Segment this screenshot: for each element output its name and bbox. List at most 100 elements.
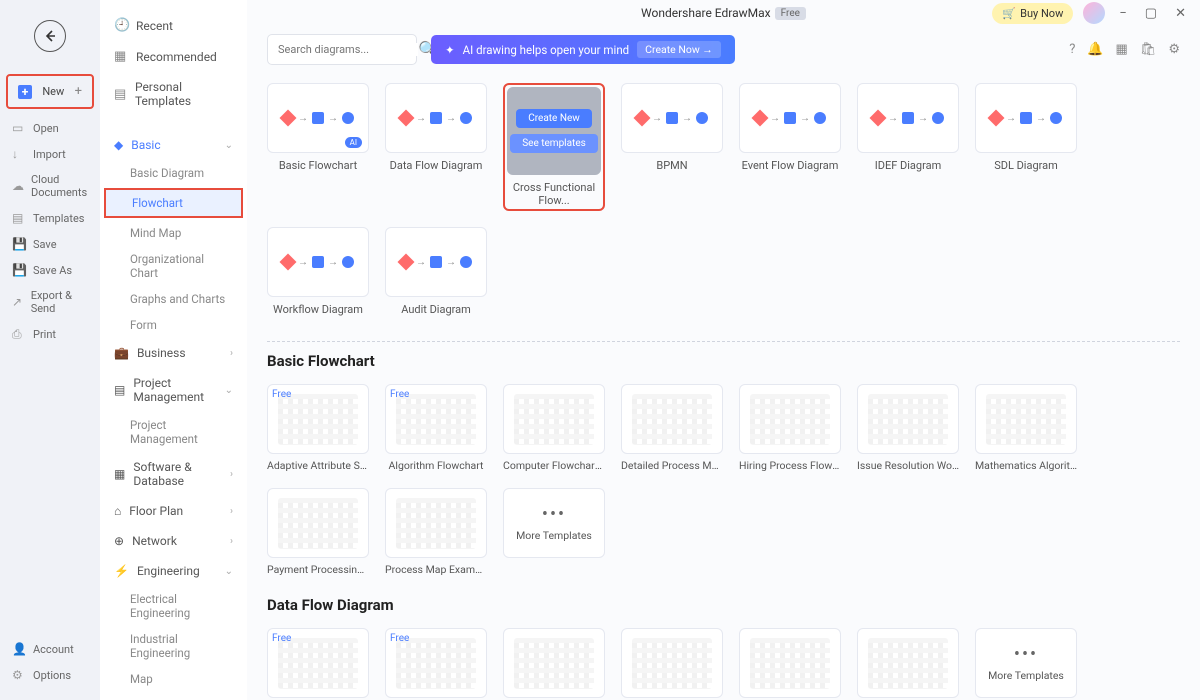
- template-card[interactable]: Free: [385, 628, 487, 700]
- free-label: Free: [390, 389, 409, 400]
- template-card[interactable]: Issue Resolution Workflow ...: [857, 384, 959, 472]
- cloud-icon: ☁: [12, 179, 24, 193]
- grid-icon[interactable]: ▦: [1116, 42, 1128, 57]
- cat-basic[interactable]: ◆Basic⌄: [100, 130, 247, 160]
- content-area: →→AIBasic Flowchart→→Data Flow Diagram Cr…: [247, 73, 1200, 700]
- free-label: Free: [272, 633, 291, 644]
- diagram-tile[interactable]: →→AIBasic Flowchart: [267, 83, 369, 211]
- template-card[interactable]: Process Map Examples Te...: [385, 488, 487, 576]
- cat-engineering[interactable]: ⚡Engineering⌄: [100, 556, 247, 586]
- template-card[interactable]: Hiring Process Flowchart: [739, 384, 841, 472]
- ai-banner[interactable]: ✦ AI drawing helps open your mind Create…: [431, 35, 735, 64]
- arrow-left-icon: [42, 28, 58, 44]
- sub-flowchart[interactable]: Flowchart: [106, 190, 241, 216]
- nav-recommended[interactable]: ▦Recommended: [100, 41, 247, 72]
- more-thumb: •••More Templates: [503, 488, 605, 558]
- template-thumb: [503, 384, 605, 454]
- template-card[interactable]: Payment Processing Workf...: [267, 488, 369, 576]
- divider: [267, 341, 1180, 342]
- sub-map[interactable]: Map: [100, 666, 247, 692]
- ai-create-button[interactable]: Create Now →: [637, 41, 721, 58]
- search-box[interactable]: 🔍: [267, 34, 417, 65]
- sub-form[interactable]: Form: [100, 312, 247, 338]
- tile-label: IDEF Diagram: [875, 159, 941, 172]
- template-thumb: Free: [385, 628, 487, 698]
- tile-label: Workflow Diagram: [273, 303, 363, 316]
- sidebar-account[interactable]: 👤Account: [6, 636, 94, 662]
- template-thumb: [739, 628, 841, 698]
- close-button[interactable]: ✕: [1171, 6, 1190, 21]
- sidebar-cloud[interactable]: ☁Cloud Documents: [6, 167, 94, 205]
- more-text: More Templates: [516, 529, 592, 542]
- cat-design[interactable]: ✎Design›: [100, 692, 247, 700]
- cat-software[interactable]: ▦Software & Database›: [100, 452, 247, 496]
- diagram-tile[interactable]: →→Audit Diagram: [385, 227, 487, 316]
- more-thumb: •••More Templates: [975, 628, 1077, 698]
- nav-recent[interactable]: 🕘Recent: [100, 10, 247, 41]
- template-thumb: [857, 628, 959, 698]
- back-button[interactable]: [34, 20, 66, 52]
- cat-pm[interactable]: ▤Project Management⌄: [100, 368, 247, 412]
- buy-now-button[interactable]: 🛒Buy Now: [992, 3, 1073, 24]
- sub-graphs[interactable]: Graphs and Charts: [100, 286, 247, 312]
- minimize-button[interactable]: −: [1115, 6, 1130, 21]
- settings-icon[interactable]: ⚙: [1168, 42, 1180, 57]
- sidebar-templates[interactable]: ▤Templates: [6, 205, 94, 231]
- sidebar-save[interactable]: 💾Save: [6, 231, 94, 257]
- sub-basic-diagram[interactable]: Basic Diagram: [100, 160, 247, 186]
- template-card[interactable]: Computer Flowchart Temp...: [503, 384, 605, 472]
- template-card[interactable]: Mathematics Algorithm Fl...: [975, 384, 1077, 472]
- template-card[interactable]: [621, 628, 723, 700]
- avatar[interactable]: [1083, 2, 1105, 24]
- template-card[interactable]: Detailed Process Map Tem...: [621, 384, 723, 472]
- chevron-right-icon: ›: [230, 536, 233, 547]
- bell-icon[interactable]: 🔔: [1087, 42, 1103, 57]
- see-templates-button[interactable]: See templates: [510, 134, 598, 153]
- chevron-right-icon: ›: [230, 348, 233, 359]
- sidebar-options[interactable]: ⚙Options: [6, 662, 94, 688]
- diagram-tile[interactable]: →→IDEF Diagram: [857, 83, 959, 211]
- sidebar-print[interactable]: ⎙Print: [6, 321, 94, 348]
- template-label: Detailed Process Map Tem...: [621, 459, 723, 472]
- sidebar-saveas[interactable]: 💾Save As: [6, 257, 94, 283]
- section-title: Data Flow Diagram: [267, 596, 1180, 614]
- nav-personal[interactable]: ▤Personal Templates: [100, 72, 247, 116]
- sub-indeng[interactable]: Industrial Engineering: [100, 626, 247, 666]
- sub-mindmap[interactable]: Mind Map: [100, 220, 247, 246]
- sidebar-import[interactable]: ↓Import: [6, 141, 94, 167]
- template-card[interactable]: [857, 628, 959, 700]
- free-label: Free: [390, 633, 409, 644]
- cart2-icon[interactable]: 🛍: [1140, 42, 1157, 57]
- new-button[interactable]: + New +: [12, 80, 88, 103]
- template-label: Computer Flowchart Temp...: [503, 459, 605, 472]
- create-new-button[interactable]: Create New: [516, 109, 592, 128]
- template-label: Process Map Examples Te...: [385, 563, 487, 576]
- maximize-button[interactable]: ▢: [1141, 6, 1161, 21]
- diagram-tile[interactable]: Create NewSee templatesCross Functional …: [503, 83, 605, 211]
- search-input[interactable]: [278, 43, 418, 56]
- template-card[interactable]: [503, 628, 605, 700]
- template-card[interactable]: [739, 628, 841, 700]
- diagram-tile[interactable]: →→SDL Diagram: [975, 83, 1077, 211]
- more-templates-card[interactable]: •••More Templates: [975, 628, 1077, 700]
- cat-network[interactable]: ⊕Network›: [100, 526, 247, 556]
- sub-orgchart[interactable]: Organizational Chart: [100, 246, 247, 286]
- sidebar-open[interactable]: ▭Open: [6, 115, 94, 141]
- diagram-tile[interactable]: →→Event Flow Diagram: [739, 83, 841, 211]
- help-icon[interactable]: ?: [1069, 42, 1075, 57]
- diagram-tile[interactable]: →→Data Flow Diagram: [385, 83, 487, 211]
- sub-pm[interactable]: Project Management: [100, 412, 247, 452]
- template-card[interactable]: FreeAdaptive Attribute Selectio...: [267, 384, 369, 472]
- sidebar-export[interactable]: ↗Export & Send: [6, 283, 94, 321]
- tile-label: BPMN: [656, 159, 687, 172]
- diagram-tile[interactable]: →→Workflow Diagram: [267, 227, 369, 316]
- chevron-down-icon: ⌄: [225, 385, 233, 396]
- cat-business[interactable]: 💼Business›: [100, 338, 247, 368]
- template-card[interactable]: Free: [267, 628, 369, 700]
- template-grid: Free Free •••More Templates: [267, 628, 1180, 700]
- more-templates-card[interactable]: •••More Templates: [503, 488, 605, 576]
- cat-floorplan[interactable]: ⌂Floor Plan›: [100, 496, 247, 526]
- sub-eleceng[interactable]: Electrical Engineering: [100, 586, 247, 626]
- template-card[interactable]: FreeAlgorithm Flowchart: [385, 384, 487, 472]
- diagram-tile[interactable]: →→BPMN: [621, 83, 723, 211]
